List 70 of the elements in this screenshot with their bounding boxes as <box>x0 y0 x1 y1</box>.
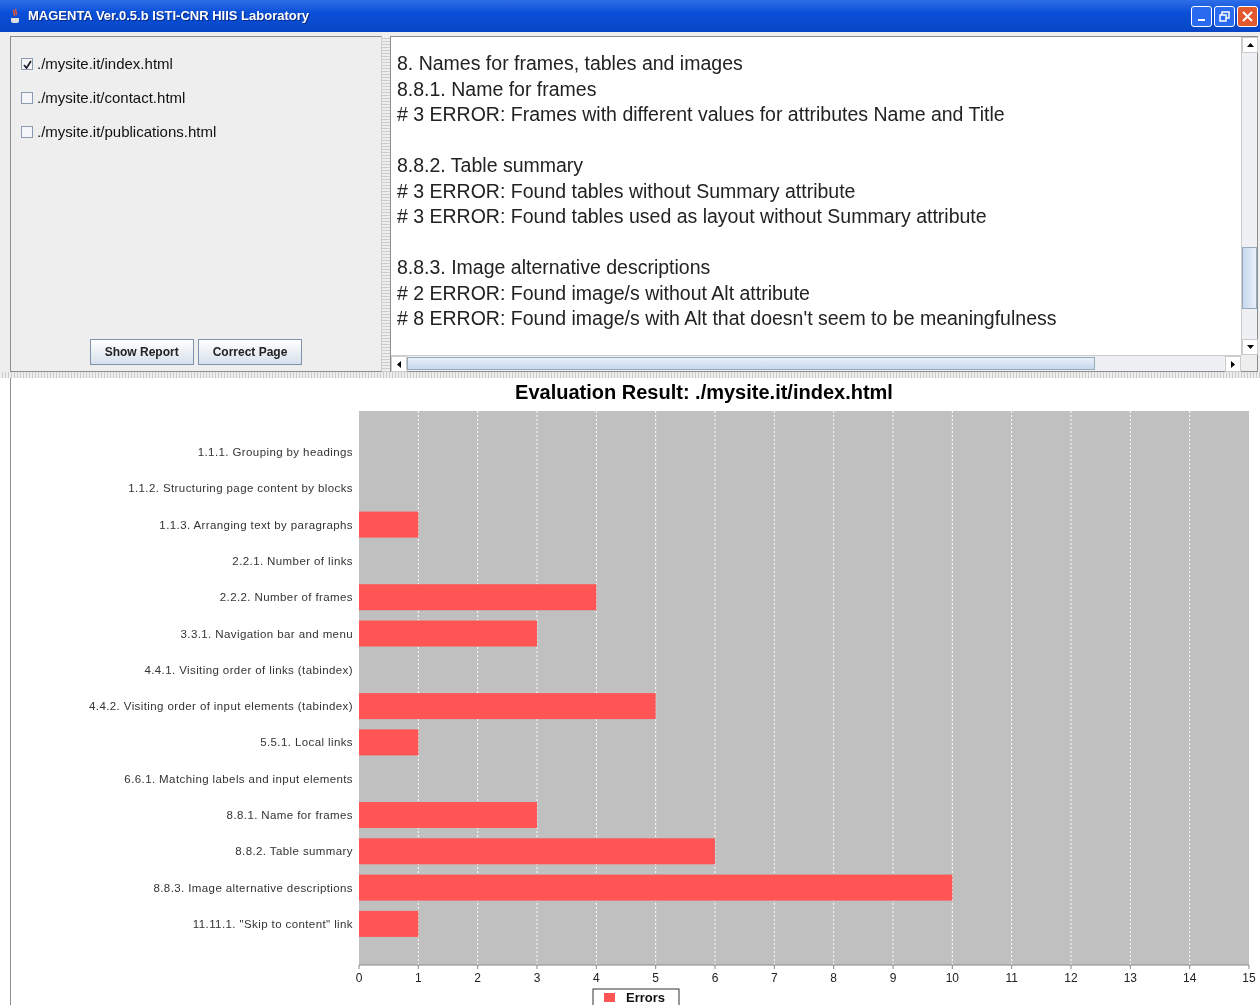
tick-label: 7 <box>771 971 778 985</box>
category-label: 11.11.1. "Skip to content" link <box>192 917 353 930</box>
report-heading: 8. Names for frames, tables and images <box>397 51 744 76</box>
checkbox[interactable] <box>21 126 33 138</box>
tick-label: 10 <box>945 971 959 985</box>
category-label: 3.3.1. Navigation bar and menu <box>180 627 353 640</box>
checkbox[interactable] <box>21 58 33 70</box>
restore-button[interactable] <box>1214 5 1235 27</box>
report-line: # 2 ERROR: Found image/s without Alt attribute <box>397 280 811 306</box>
tick-label: 11 <box>1005 971 1018 985</box>
close-button[interactable] <box>1237 5 1258 27</box>
category-label: 4.4.1. Visiting order of links (tabindex) <box>144 663 353 676</box>
report-section-title: 8.8.2. Table summary <box>397 153 585 178</box>
category-label: 8.8.2. Table summary <box>235 845 353 858</box>
tick-label: 0 <box>355 971 363 985</box>
scrollbar-thumb[interactable] <box>1242 247 1257 309</box>
restore-icon <box>1219 10 1230 22</box>
window-title: MAGENTA Ver.0.5.b ISTI-CNR HIIS Laboratory <box>28 7 310 26</box>
scroll-down-icon <box>1246 345 1254 349</box>
category-label: 1.1.2. Structuring page content by blocks <box>128 482 353 495</box>
scroll-left-icon <box>397 360 401 368</box>
file-label[interactable]: ./mysite.it/contact.html <box>37 86 186 110</box>
report-line: # 3 ERROR: Found tables without Summary attribute <box>397 178 857 204</box>
tick-label: 14 <box>1183 971 1197 985</box>
splitter[interactable] <box>382 36 390 372</box>
report-section-title: 8.8.1. Name for frames <box>397 76 598 102</box>
category-label: 2.2.1. Number of links <box>232 554 353 567</box>
cup-icon <box>8 8 22 24</box>
splitter[interactable] <box>0 372 1260 378</box>
report-line: # 3 ERROR: Found tables used as layout without Summary attribute <box>397 204 988 229</box>
category-label: 4.4.2. Visiting order of input elements (tabindex) <box>89 700 353 713</box>
report-section-title: 8.8.3. Image alternative descriptions <box>397 255 712 280</box>
file-label[interactable]: ./mysite.it/publications.html <box>37 120 217 144</box>
show-report-button[interactable]: Show Report <box>89 339 194 365</box>
scrollbar-thumb[interactable] <box>407 357 1095 370</box>
category-label: 8.8.1. Name for frames <box>226 809 353 821</box>
tick-label: 1 <box>415 971 422 985</box>
tick-label: 9 <box>889 971 897 985</box>
legend-label: Errors <box>626 990 666 1005</box>
chart-title: Evaluation Result: ./mysite.it/index.html <box>515 381 893 403</box>
category-label: 5.5.1. Local links <box>260 736 353 749</box>
category-label: 1.1.1. Grouping by headings <box>197 446 353 458</box>
category-label: 8.8.3. Image alternative descriptions <box>153 881 353 894</box>
tick-label: 8 <box>830 971 837 985</box>
minimize-icon <box>1198 19 1205 21</box>
vertical-scrollbar[interactable] <box>1241 37 1257 355</box>
tick-label: 12 <box>1064 971 1078 985</box>
minimize-button[interactable] <box>1191 5 1212 27</box>
category-label: 6.6.1. Matching labels and input elements <box>124 772 353 785</box>
tick-label: 3 <box>533 971 541 985</box>
checkbox[interactable] <box>21 92 33 104</box>
tick-label: 15 <box>1242 971 1256 985</box>
tick-label: 6 <box>711 971 719 985</box>
horizontal-scrollbar[interactable] <box>391 355 1241 371</box>
bar <box>359 910 419 937</box>
scroll-up-icon <box>1246 43 1254 47</box>
category-label: 2.2.2. Number of frames <box>219 591 353 604</box>
tick-label: 13 <box>1123 971 1137 985</box>
category-label: 1.1.3. Arranging text by paragraphs <box>159 518 353 531</box>
tick-label: 4 <box>593 971 600 985</box>
file-label[interactable]: ./mysite.it/index.html <box>37 52 173 76</box>
report-line: # 3 ERROR: Frames with different values for attributes Name and Title <box>397 102 1006 127</box>
close-icon <box>1242 10 1253 22</box>
bar <box>359 729 419 756</box>
report-line: # 8 ERROR: Found image/s with Alt that doesn't seem to be meaningfulness <box>397 306 1058 331</box>
bar <box>359 511 419 538</box>
tick-label: 2 <box>474 971 481 985</box>
correct-page-button[interactable]: Correct Page <box>197 339 303 365</box>
scroll-right-icon <box>1231 360 1235 368</box>
tick-label: 5 <box>652 971 659 985</box>
